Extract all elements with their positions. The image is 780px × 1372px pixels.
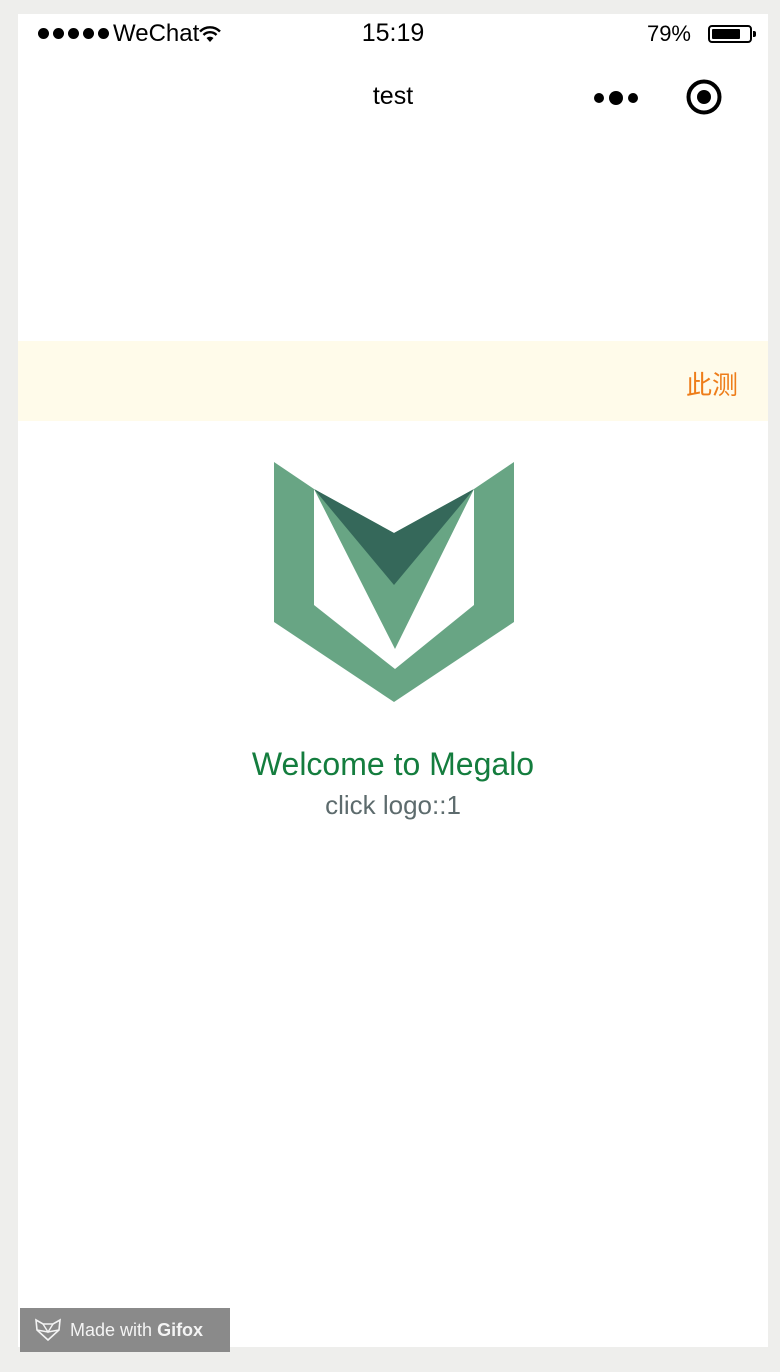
status-bar: WeChat 15:19 79% xyxy=(18,14,768,54)
gifox-watermark: Made with Gifox xyxy=(20,1308,230,1352)
notice-text: 此测 xyxy=(686,371,739,401)
phone-screen: WeChat 15:19 79% test 此测 Welcome to Mega… xyxy=(18,14,768,1347)
watermark-brand: Gifox xyxy=(157,1319,204,1340)
navigation-bar: test xyxy=(18,54,768,144)
watermark-prefix: Made with xyxy=(70,1319,153,1340)
more-menu-button[interactable] xyxy=(594,86,644,110)
battery-icon xyxy=(708,25,756,43)
welcome-heading: Welcome to Megalo xyxy=(251,746,535,782)
close-miniprogram-button[interactable] xyxy=(686,79,722,115)
megalo-logo[interactable] xyxy=(274,462,514,702)
notice-bar: 此测 xyxy=(18,341,768,421)
battery-percent: 79% xyxy=(646,21,691,46)
page-title: test xyxy=(372,82,414,110)
click-counter: click logo::1 xyxy=(325,790,461,820)
fox-icon xyxy=(35,1318,61,1342)
